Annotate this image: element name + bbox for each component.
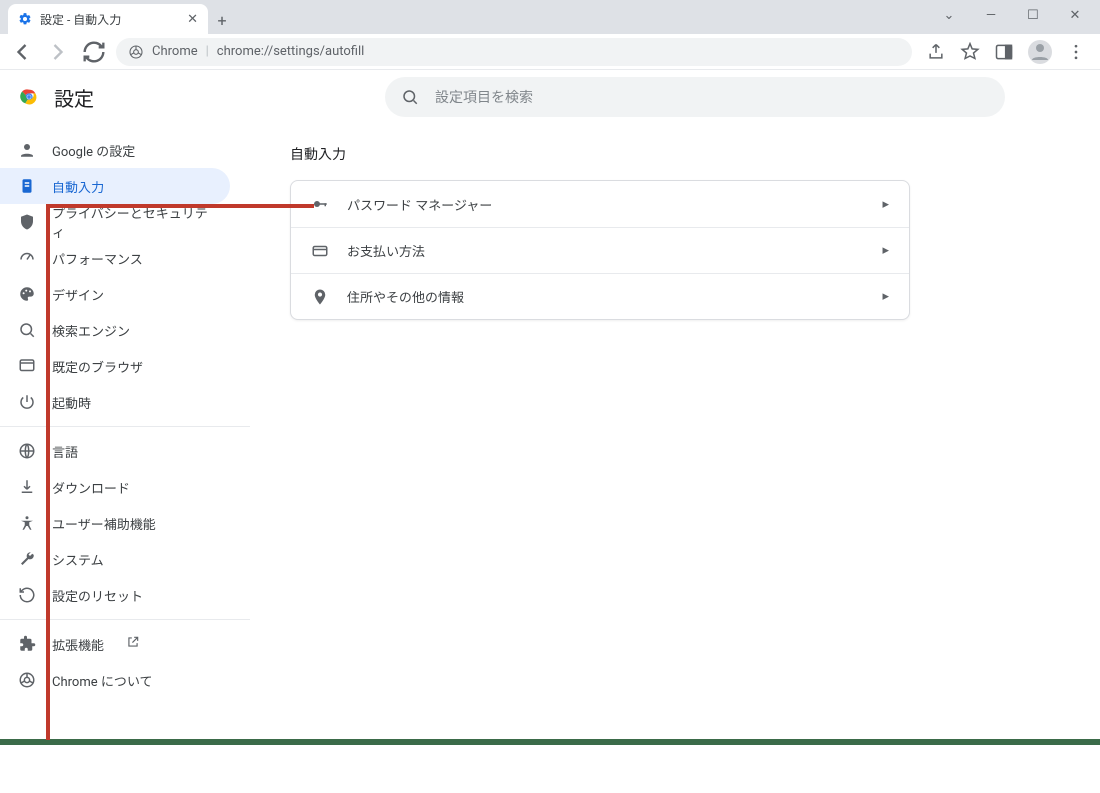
sidebar-item-label: システム [52,550,104,569]
minimize-icon[interactable]: ― [982,8,1000,23]
sidebar-item-label: 設定のリセット [52,586,143,605]
sidebar-item-power[interactable]: 起動時 [0,384,230,420]
chevron-right-icon: ▸ [882,197,889,212]
page-title: 設定 [54,83,94,112]
sidebar-item-label: ユーザー補助機能 [52,514,156,533]
sidebar-item-extension[interactable]: 拡張機能 [0,626,230,662]
tab-title: 設定 - 自動入力 [40,11,121,28]
sidebar-item-search[interactable]: 検索エンジン [0,312,230,348]
url-scheme-label: Chrome [152,44,198,59]
card-icon [311,242,329,260]
palette-icon [18,285,36,303]
profile-avatar[interactable] [1028,40,1052,64]
globe-icon [18,442,36,460]
extension-icon [18,635,36,653]
sidebar-item-shield[interactable]: プライバシーとセキュリティ [0,204,230,240]
side-panel-icon[interactable] [994,42,1014,62]
forward-button[interactable] [44,38,72,66]
sidebar-item-label: 既定のブラウザ [52,357,143,376]
url-text: chrome://settings/autofill [217,44,365,59]
maximize-icon[interactable]: ☐ [1024,8,1042,23]
sidebar-item-globe[interactable]: 言語 [0,433,230,469]
sidebar-item-download[interactable]: ダウンロード [0,469,230,505]
autofill-row-key[interactable]: パスワード マネージャー ▸ [291,181,909,227]
autofill-card: パスワード マネージャー ▸ お支払い方法 ▸ 住所やその他の情報 ▸ [290,180,910,320]
sidebar-item-label: デザイン [52,285,104,304]
person-icon [18,141,36,159]
chrome-icon [128,44,144,60]
location-icon [311,288,329,306]
sidebar-item-label: 拡張機能 [52,635,104,654]
settings-header: 設定 [0,70,1100,124]
gear-icon [18,12,32,26]
sidebar-item-label: 言語 [52,442,78,461]
toolbar-actions [920,40,1092,64]
reset-icon [18,586,36,604]
settings-search[interactable] [385,77,1005,117]
search-icon [18,321,36,339]
kebab-menu-icon[interactable] [1066,42,1086,62]
external-link-icon [126,635,140,653]
sidebar-item-browser[interactable]: 既定のブラウザ [0,348,230,384]
search-icon [401,88,419,106]
section-title: 自動入力 [290,144,910,164]
new-tab-button[interactable]: + [208,6,236,34]
accessibility-icon [18,514,36,532]
sidebar-item-chrome[interactable]: Chrome について [0,662,230,698]
chevron-right-icon: ▸ [882,243,889,258]
sidebar-item-reset[interactable]: 設定のリセット [0,577,230,613]
settings-body: Google の設定自動入力プライバシーとセキュリティパフォーマンスデザイン検索… [0,124,1100,793]
annotation-line-vertical [46,204,50,740]
sidebar-item-label: プライバシーとセキュリティ [52,203,212,241]
sidebar-item-label: 自動入力 [52,177,104,196]
sidebar-item-autofill[interactable]: 自動入力 [0,168,230,204]
close-window-icon[interactable]: ✕ [1066,8,1084,23]
chevron-down-icon[interactable]: ⌄ [940,8,958,23]
speed-icon [18,249,36,267]
row-label: 住所やその他の情報 [347,287,864,306]
sidebar-item-wrench[interactable]: システム [0,541,230,577]
chrome-logo-icon [18,86,40,108]
share-icon[interactable] [926,42,946,62]
wrench-icon [18,550,36,568]
shield-icon [18,213,36,231]
autofill-icon [18,177,36,195]
settings-sidebar: Google の設定自動入力プライバシーとセキュリティパフォーマンスデザイン検索… [0,124,250,793]
sidebar-item-palette[interactable]: デザイン [0,276,230,312]
sidebar-item-label: Chrome について [52,671,152,690]
search-input[interactable] [435,89,989,105]
autofill-row-location[interactable]: 住所やその他の情報 ▸ [291,273,909,319]
sidebar-item-label: パフォーマンス [52,249,143,268]
bottom-strip [0,739,1100,745]
address-bar[interactable]: Chrome | chrome://settings/autofill [116,38,912,66]
sidebar-item-accessibility[interactable]: ユーザー補助機能 [0,505,230,541]
reload-button[interactable] [80,38,108,66]
power-icon [18,393,36,411]
window-controls: ⌄ ― ☐ ✕ [924,0,1100,30]
tab-strip: 設定 - 自動入力 ✕ + ⌄ ― ☐ ✕ [0,0,1100,34]
sidebar-item-label: ダウンロード [52,478,130,497]
browser-tab[interactable]: 設定 - 自動入力 ✕ [8,4,208,34]
browser-toolbar: Chrome | chrome://settings/autofill [0,34,1100,70]
sidebar-item-speed[interactable]: パフォーマンス [0,240,230,276]
browser-icon [18,357,36,375]
url-divider: | [206,44,209,59]
chrome-icon [18,671,36,689]
download-icon [18,478,36,496]
sidebar-item-label: Google の設定 [52,141,135,160]
sidebar-item-person[interactable]: Google の設定 [0,132,230,168]
settings-main: 自動入力 パスワード マネージャー ▸ お支払い方法 ▸ 住所やその他の情報 ▸ [250,124,1100,793]
sidebar-item-label: 検索エンジン [52,321,130,340]
chevron-right-icon: ▸ [882,289,889,304]
annotation-line-horizontal [46,204,314,208]
row-label: お支払い方法 [347,241,864,260]
sidebar-item-label: 起動時 [52,393,91,412]
autofill-row-card[interactable]: お支払い方法 ▸ [291,227,909,273]
row-label: パスワード マネージャー [347,195,864,214]
bookmark-star-icon[interactable] [960,42,980,62]
back-button[interactable] [8,38,36,66]
close-tab-icon[interactable]: ✕ [187,12,198,27]
